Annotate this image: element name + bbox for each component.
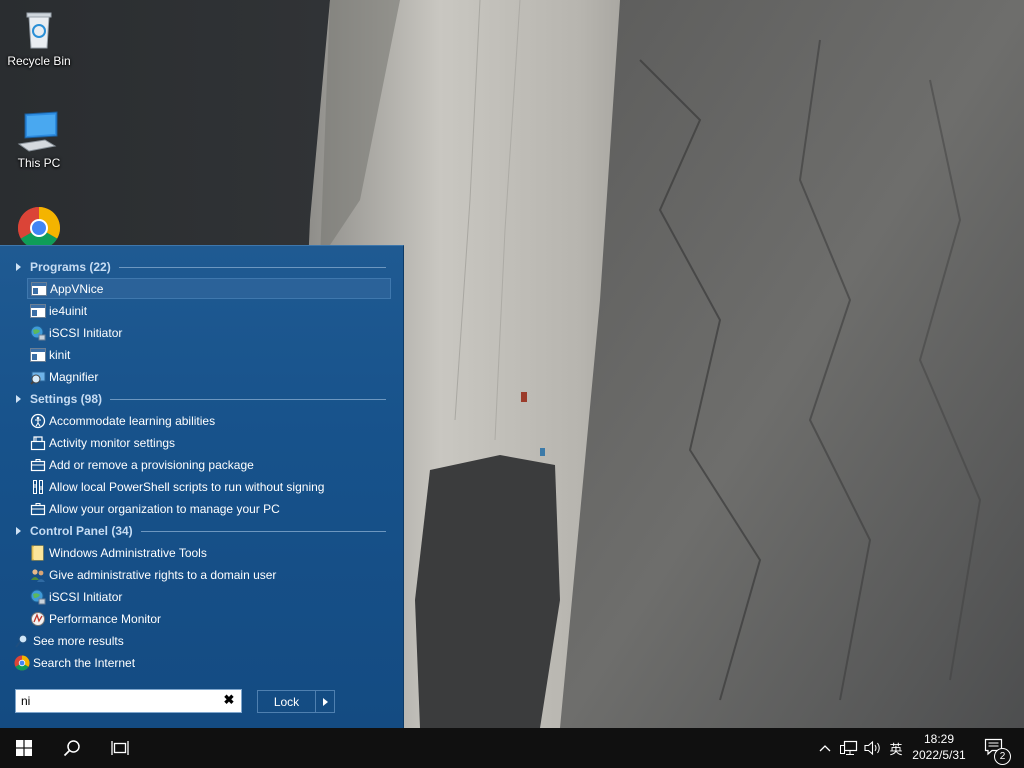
desktop-icon-this-pc[interactable]: This PC bbox=[1, 110, 77, 170]
clock-date: 2022/5/31 bbox=[912, 748, 966, 762]
globe-network-icon bbox=[30, 325, 46, 341]
power-options-button[interactable] bbox=[316, 691, 334, 712]
search-input[interactable] bbox=[16, 690, 216, 712]
clock-time: 18:29 bbox=[923, 732, 955, 746]
result-item-performance-monitor[interactable]: Performance Monitor bbox=[27, 608, 391, 629]
result-label: ie4uinit bbox=[49, 303, 88, 318]
search-icon bbox=[14, 633, 30, 649]
expand-arrow-icon bbox=[16, 395, 21, 403]
group-title: Settings (98) bbox=[30, 392, 103, 406]
chrome-icon bbox=[14, 655, 30, 671]
result-item-domain-user-rights[interactable]: Give administrative rights to a domain u… bbox=[27, 564, 391, 585]
result-item-organization-manage[interactable]: Allow your organization to manage your P… bbox=[27, 498, 391, 519]
input-method-indicator[interactable]: 英 bbox=[886, 728, 906, 768]
search-internet-link[interactable]: Search the Internet bbox=[14, 653, 135, 673]
result-item-ie4uinit[interactable]: ie4uinit bbox=[27, 300, 391, 321]
divider bbox=[118, 266, 386, 268]
result-label: Windows Administrative Tools bbox=[49, 545, 207, 560]
result-label: iSCSI Initiator bbox=[49, 325, 123, 340]
result-item-accommodate-learning[interactable]: Accommodate learning abilities bbox=[27, 410, 391, 431]
magnifier-icon bbox=[30, 369, 46, 385]
briefcase-icon bbox=[30, 457, 46, 473]
chevron-right-icon bbox=[322, 697, 328, 706]
result-label: Give administrative rights to a domain u… bbox=[49, 567, 277, 582]
speaker-icon bbox=[864, 740, 880, 756]
result-label: AppVNice bbox=[50, 281, 104, 296]
task-view-button[interactable] bbox=[96, 728, 144, 768]
group-header-programs[interactable]: Programs (22) bbox=[16, 257, 386, 277]
result-item-kinit[interactable]: kinit bbox=[27, 344, 391, 365]
result-item-appvnice[interactable]: AppVNice bbox=[27, 278, 391, 299]
app-window-icon bbox=[30, 347, 46, 363]
taskbar: 英 18:29 2022/5/31 2 bbox=[0, 728, 1024, 768]
activity-icon bbox=[30, 435, 46, 451]
clock[interactable]: 18:29 2022/5/31 bbox=[906, 731, 972, 763]
clear-search-icon[interactable]: ✖ bbox=[222, 693, 236, 707]
result-label: Magnifier bbox=[49, 369, 99, 384]
divider bbox=[140, 530, 386, 532]
action-center-button[interactable]: 2 bbox=[980, 728, 1011, 768]
result-label: Add or remove a provisioning package bbox=[49, 457, 254, 472]
see-more-label: See more results bbox=[33, 634, 124, 648]
group-title: Programs (22) bbox=[30, 260, 111, 274]
ease-of-access-icon bbox=[30, 413, 46, 429]
volume-button[interactable] bbox=[862, 728, 884, 768]
chevron-up-icon bbox=[819, 745, 831, 752]
app-window-icon bbox=[30, 303, 46, 319]
users-icon bbox=[30, 567, 46, 583]
show-hidden-icons-button[interactable] bbox=[816, 728, 834, 768]
result-label: iSCSI Initiator bbox=[49, 589, 123, 604]
search-button[interactable] bbox=[48, 728, 96, 768]
desktop-icon-chrome[interactable] bbox=[1, 206, 77, 250]
group-header-control-panel[interactable]: Control Panel (34) bbox=[16, 521, 386, 541]
power-split-button: Lock bbox=[257, 690, 335, 713]
see-more-results-link[interactable]: See more results bbox=[14, 631, 124, 651]
computer-icon bbox=[17, 110, 61, 154]
result-item-iscsi-initiator[interactable]: iSCSI Initiator bbox=[27, 322, 391, 343]
result-label: kinit bbox=[49, 347, 71, 362]
search-icon bbox=[63, 740, 80, 757]
developer-icon bbox=[30, 479, 46, 495]
start-search-box[interactable]: ✖ bbox=[15, 689, 242, 713]
result-item-powershell-scripts[interactable]: Allow local PowerShell scripts to run wi… bbox=[27, 476, 391, 497]
start-button[interactable] bbox=[0, 728, 48, 768]
lock-button[interactable]: Lock bbox=[258, 691, 316, 712]
desktop-icon-label: This PC bbox=[17, 156, 61, 170]
desktop-icon-recycle-bin[interactable]: Recycle Bin bbox=[1, 8, 77, 68]
result-item-activity-monitor[interactable]: Activity monitor settings bbox=[27, 432, 391, 453]
briefcase-icon bbox=[30, 501, 46, 517]
desktop-icon-label: Recycle Bin bbox=[7, 54, 71, 68]
expand-arrow-icon bbox=[16, 527, 21, 535]
result-label: Allow your organization to manage your P… bbox=[49, 501, 280, 516]
network-status-button[interactable] bbox=[838, 728, 860, 768]
expand-arrow-icon bbox=[16, 263, 21, 271]
notification-count-badge: 2 bbox=[994, 748, 1011, 765]
search-internet-label: Search the Internet bbox=[33, 656, 136, 670]
result-item-provisioning-package[interactable]: Add or remove a provisioning package bbox=[27, 454, 391, 475]
result-label: Activity monitor settings bbox=[49, 435, 176, 450]
network-icon bbox=[840, 740, 858, 755]
globe-network-icon bbox=[30, 589, 46, 605]
group-header-settings[interactable]: Settings (98) bbox=[16, 389, 386, 409]
app-window-icon bbox=[31, 281, 47, 297]
result-label: Accommodate learning abilities bbox=[49, 413, 216, 428]
result-label: Performance Monitor bbox=[49, 611, 162, 626]
divider bbox=[110, 398, 386, 400]
group-title: Control Panel (34) bbox=[30, 524, 133, 538]
windows-logo-icon bbox=[16, 740, 32, 756]
result-label: Allow local PowerShell scripts to run wi… bbox=[49, 479, 325, 494]
chrome-icon bbox=[17, 206, 61, 250]
recycle-bin-icon bbox=[17, 8, 61, 52]
performance-icon bbox=[30, 611, 46, 627]
folder-icon bbox=[30, 545, 46, 561]
task-view-icon bbox=[111, 741, 129, 755]
result-item-admin-tools[interactable]: Windows Administrative Tools bbox=[27, 542, 391, 563]
result-item-iscsi-initiator-cp[interactable]: iSCSI Initiator bbox=[27, 586, 391, 607]
result-item-magnifier[interactable]: Magnifier bbox=[27, 366, 391, 387]
